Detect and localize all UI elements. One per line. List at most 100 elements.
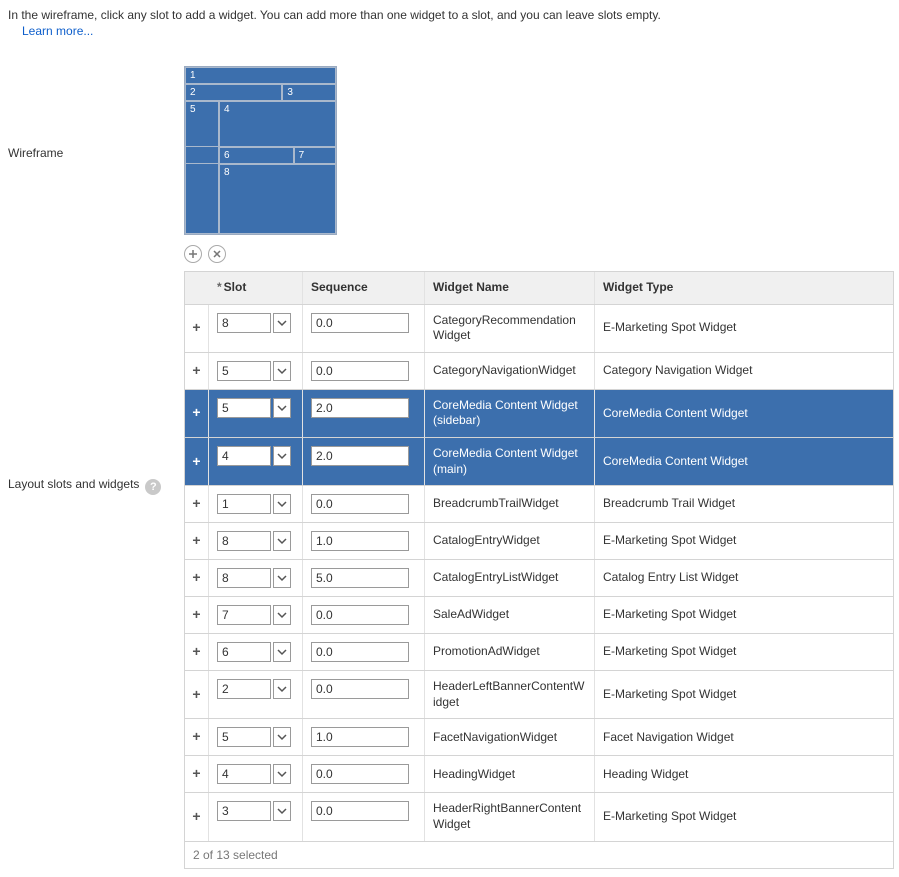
table-row[interactable]: + HeaderRightBannerContentWidget E-Marke… [185, 793, 893, 841]
table-row[interactable]: + CategoryNavigationWidget Category Navi… [185, 353, 893, 390]
wireframe-slot-1[interactable]: 1 [185, 67, 336, 84]
slot-input[interactable] [217, 605, 271, 625]
sequence-input[interactable] [311, 446, 409, 466]
slot-dropdown-button[interactable] [273, 605, 291, 625]
sequence-input[interactable] [311, 679, 409, 699]
sequence-input[interactable] [311, 727, 409, 747]
widget-name-cell: CategoryNavigationWidget [425, 353, 595, 389]
table-row[interactable]: + PromotionAdWidget E-Marketing Spot Wid… [185, 634, 893, 671]
widget-name-cell: BreadcrumbTrailWidget [425, 486, 595, 522]
wireframe-slot-3[interactable]: 3 [282, 84, 336, 101]
widgets-label: Layout slots and widgets [8, 477, 139, 491]
row-add-button[interactable]: + [192, 645, 200, 659]
row-add-button[interactable]: + [192, 497, 200, 511]
slot-input[interactable] [217, 494, 271, 514]
sequence-input[interactable] [311, 605, 409, 625]
row-add-button[interactable]: + [192, 406, 200, 420]
slot-dropdown-button[interactable] [273, 531, 291, 551]
sequence-input[interactable] [311, 361, 409, 381]
toolbar-add-button[interactable] [184, 245, 202, 263]
slot-input[interactable] [217, 446, 271, 466]
wireframe-diagram[interactable]: 1 2 3 5 4 6 7 8 [184, 66, 337, 235]
sequence-input[interactable] [311, 642, 409, 662]
slot-dropdown-button[interactable] [273, 727, 291, 747]
widget-type-cell: E-Marketing Spot Widget [595, 634, 893, 670]
wireframe-slot-2[interactable]: 2 [185, 84, 282, 101]
table-row[interactable]: + HeadingWidget Heading Widget [185, 756, 893, 793]
toolbar-remove-button[interactable] [208, 245, 226, 263]
sequence-input[interactable] [311, 398, 409, 418]
sequence-input[interactable] [311, 568, 409, 588]
slot-input[interactable] [217, 361, 271, 381]
col-slot[interactable]: *Slot [209, 272, 303, 304]
intro-text: In the wireframe, click any slot to add … [8, 8, 891, 22]
sequence-input[interactable] [311, 313, 409, 333]
col-widget-type[interactable]: Widget Type [595, 272, 893, 304]
col-sequence[interactable]: Sequence [303, 272, 425, 304]
row-add-button[interactable]: + [192, 455, 200, 469]
widget-type-cell: CoreMedia Content Widget [595, 390, 893, 437]
widget-type-cell: E-Marketing Spot Widget [595, 793, 893, 840]
sequence-input[interactable] [311, 531, 409, 551]
table-row[interactable]: + BreadcrumbTrailWidget Breadcrumb Trail… [185, 486, 893, 523]
widget-name-cell: SaleAdWidget [425, 597, 595, 633]
wireframe-slot-5b[interactable] [185, 147, 219, 164]
col-widget-name[interactable]: Widget Name [425, 272, 595, 304]
table-row[interactable]: + FacetNavigationWidget Facet Navigation… [185, 719, 893, 756]
row-add-button[interactable]: + [192, 608, 200, 622]
widget-type-cell: Breadcrumb Trail Widget [595, 486, 893, 522]
slot-input[interactable] [217, 568, 271, 588]
wireframe-slot-4[interactable]: 4 [219, 101, 336, 147]
slot-input[interactable] [217, 398, 271, 418]
row-add-button[interactable]: + [192, 534, 200, 548]
sequence-input[interactable] [311, 764, 409, 784]
slot-input[interactable] [217, 679, 271, 699]
row-add-button[interactable]: + [192, 767, 200, 781]
slot-dropdown-button[interactable] [273, 313, 291, 333]
wireframe-slot-7[interactable]: 7 [294, 147, 336, 164]
slot-input[interactable] [217, 642, 271, 662]
widget-type-cell: CoreMedia Content Widget [595, 438, 893, 485]
row-add-button[interactable]: + [192, 688, 200, 702]
slot-dropdown-button[interactable] [273, 764, 291, 784]
row-add-button[interactable]: + [192, 730, 200, 744]
slot-dropdown-button[interactable] [273, 568, 291, 588]
slot-input[interactable] [217, 313, 271, 333]
table-row[interactable]: + CatalogEntryListWidget Catalog Entry L… [185, 560, 893, 597]
widget-type-cell: E-Marketing Spot Widget [595, 671, 893, 718]
table-row[interactable]: + CategoryRecommendationWidget E-Marketi… [185, 305, 893, 353]
row-add-button[interactable]: + [192, 810, 200, 824]
table-row[interactable]: + CoreMedia Content Widget (main) CoreMe… [185, 438, 893, 486]
widget-name-cell: CatalogEntryListWidget [425, 560, 595, 596]
help-icon[interactable]: ? [145, 479, 161, 495]
slot-input[interactable] [217, 531, 271, 551]
table-row[interactable]: + CoreMedia Content Widget (sidebar) Cor… [185, 390, 893, 438]
sequence-input[interactable] [311, 801, 409, 821]
slot-input[interactable] [217, 801, 271, 821]
slot-dropdown-button[interactable] [273, 679, 291, 699]
wireframe-slot-6[interactable]: 6 [219, 147, 294, 164]
wireframe-label: Wireframe [8, 66, 184, 160]
slot-dropdown-button[interactable] [273, 398, 291, 418]
widget-table: *Slot Sequence Widget Name Widget Type +… [184, 271, 894, 842]
slot-dropdown-button[interactable] [273, 642, 291, 662]
table-row[interactable]: + CatalogEntryWidget E-Marketing Spot Wi… [185, 523, 893, 560]
slot-dropdown-button[interactable] [273, 494, 291, 514]
slot-dropdown-button[interactable] [273, 446, 291, 466]
slot-dropdown-button[interactable] [273, 361, 291, 381]
row-add-button[interactable]: + [192, 571, 200, 585]
widget-type-cell: E-Marketing Spot Widget [595, 305, 893, 352]
wireframe-slot-8[interactable]: 8 [219, 164, 336, 234]
table-row[interactable]: + HeaderLeftBannerContentWidget E-Market… [185, 671, 893, 719]
slot-input[interactable] [217, 764, 271, 784]
widget-name-cell: CoreMedia Content Widget (main) [425, 438, 595, 485]
wireframe-slot-5c[interactable] [185, 164, 219, 234]
sequence-input[interactable] [311, 494, 409, 514]
slot-dropdown-button[interactable] [273, 801, 291, 821]
slot-input[interactable] [217, 727, 271, 747]
wireframe-slot-5[interactable]: 5 [185, 101, 219, 147]
row-add-button[interactable]: + [192, 321, 200, 335]
learn-more-link[interactable]: Learn more... [22, 24, 891, 38]
table-row[interactable]: + SaleAdWidget E-Marketing Spot Widget [185, 597, 893, 634]
row-add-button[interactable]: + [192, 364, 200, 378]
